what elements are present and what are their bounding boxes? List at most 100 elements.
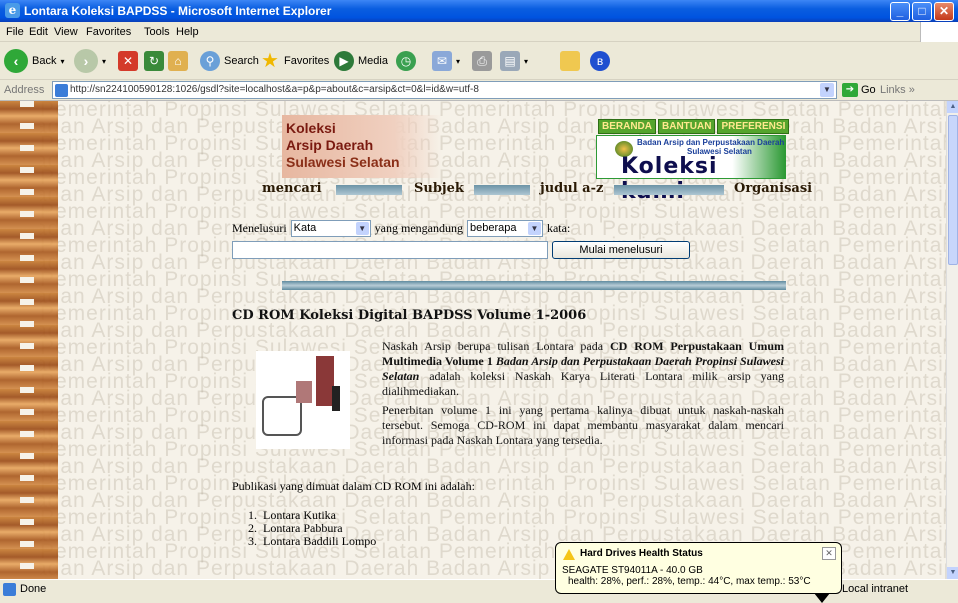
search-label-2: yang mengandung (374, 221, 463, 235)
nav-judul[interactable]: judul a-z (540, 181, 603, 196)
list-item-text: Lontara Baddili Lompo (263, 534, 377, 548)
go-arrow-icon: ➔ (842, 83, 858, 97)
mail-button[interactable]: ✉ ▾ (432, 48, 460, 74)
scroll-down-icon[interactable]: ▼ (947, 567, 958, 579)
preferensi-button[interactable]: PREFERENSI (717, 119, 790, 134)
intro-paragraph: Naskah Arsip berupa tulisan Lontara pada… (382, 339, 784, 399)
koleksi-kami-banner: Badan Arsip dan Perpustakaan Daerah Sula… (596, 135, 786, 204)
menu-edit[interactable]: Edit (29, 26, 48, 38)
ie-icon: e (5, 3, 20, 18)
folder-icon (560, 51, 580, 71)
mail-icon: ✉ (432, 51, 452, 71)
page-icon (55, 84, 68, 97)
media-icon: ▶ (334, 51, 354, 71)
logo-line-2: Arsip Daerah (286, 137, 374, 153)
nav-subjek[interactable]: Subjek (414, 181, 464, 196)
title-bar: e Lontara Koleksi BAPDSS - Microsoft Int… (0, 0, 958, 22)
bluetooth-button[interactable]: ʙ (590, 48, 610, 74)
nav-mencari[interactable]: mencari (262, 181, 322, 196)
notification-health: health: 28%, perf.: 28%, temp.: 44°C, ma… (568, 576, 811, 587)
home-button[interactable]: ⌂ (168, 48, 188, 74)
nav-organisasi[interactable]: Organisasi (734, 181, 812, 196)
status-text: Done (20, 583, 47, 595)
logo-line-1: Koleksi (286, 120, 336, 136)
nav-bar-2 (474, 185, 530, 195)
address-label: Address (4, 84, 45, 96)
go-button[interactable]: ➔ Go (842, 83, 876, 97)
favorites-button[interactable]: ★ Favorites (260, 48, 329, 74)
minimize-button[interactable]: _ (890, 2, 910, 21)
vertical-scrollbar[interactable]: ▲ ▼ (946, 101, 958, 579)
forward-button[interactable]: › ▾ (74, 48, 106, 74)
section-divider (282, 281, 786, 290)
browse-nav: mencari Subjek judul a-z Organisasi (258, 181, 812, 196)
search-query-input[interactable] (232, 241, 548, 259)
address-url: http://sn224100590128:1026/gsdl?site=loc… (70, 84, 479, 95)
intro-text-d: adalah koleksi Naskah Karya Literati Lon… (382, 369, 784, 398)
menu-tools[interactable]: Tools (144, 26, 170, 38)
back-button[interactable]: ‹ Back ▾ (4, 48, 64, 74)
toolbar: ‹ Back ▾ › ▾ ✕ ↻ ⌂ ⚲ Search ★ Favorites ▶ … (0, 42, 958, 80)
refresh-button[interactable]: ↻ (144, 48, 164, 74)
menu-help[interactable]: Help (176, 26, 199, 38)
logo-line-3: Sulawesi Selatan (286, 154, 400, 170)
media-button[interactable]: ▶ Media (334, 48, 388, 74)
menu-file[interactable]: File (6, 26, 24, 38)
close-icon[interactable]: ✕ (822, 547, 836, 560)
search-label-1: Menelusuri (232, 221, 287, 235)
publication-list: 1. Lontara Kutika 2. Lontara Pabbura 3. Lon… (248, 509, 376, 548)
links-button[interactable]: Links » (880, 84, 915, 96)
menu-favorites[interactable]: Favorites (86, 26, 131, 38)
publication-list-title: Publikasi yang dimuat dalam CD ROM ini a… (232, 479, 475, 493)
close-button[interactable]: ✕ (934, 2, 954, 21)
home-icon: ⌂ (168, 51, 188, 71)
nav-bar-1 (336, 185, 402, 195)
bantuan-button[interactable]: BANTUAN (658, 119, 716, 134)
search-mode-value: beberapa (469, 222, 517, 234)
notification-title: Hard Drives Health Status (580, 548, 703, 559)
links-label: Links (880, 84, 906, 96)
search-form: Menelusuri Kata ▼ yang mengandung bebera… (232, 220, 570, 237)
page-content: Pemerintah Propinsi Sulawesi Selatan Pem… (0, 101, 946, 579)
windows-logo-icon (920, 22, 958, 42)
search-field-value: Kata (293, 222, 317, 234)
maximize-button[interactable]: □ (912, 2, 932, 21)
favorites-label: Favorites (284, 55, 330, 67)
menu-view[interactable]: View (54, 26, 78, 38)
stop-button[interactable]: ✕ (118, 48, 138, 74)
edit-button[interactable]: ▤ ▾ (500, 48, 528, 74)
bluetooth-icon: ʙ (590, 51, 610, 71)
search-mode-select[interactable]: beberapa ▼ (466, 220, 543, 237)
edit-icon: ▤ (500, 51, 520, 71)
go-label: Go (861, 84, 876, 96)
scroll-up-icon[interactable]: ▲ (947, 101, 958, 113)
address-input[interactable]: http://sn224100590128:1026/gsdl?site=loc… (52, 81, 837, 99)
print-button[interactable]: ⎙ (472, 48, 492, 74)
list-item: 3. Lontara Baddili Lompo (248, 534, 377, 548)
back-arrow-icon: ‹ (4, 49, 28, 73)
scroll-thumb[interactable] (948, 115, 958, 265)
address-bar: Address http://sn224100590128:1026/gsdl?… (0, 80, 958, 101)
warning-icon (563, 549, 575, 560)
history-icon: ◷ (396, 51, 416, 71)
menu-bar: File Edit View Favorites Tools Help (0, 22, 958, 42)
chevron-down-icon: ▼ (355, 222, 369, 235)
collection-logo: Koleksi Arsip Daerah Sulawesi Selatan (282, 115, 442, 178)
page-status-icon (3, 583, 16, 596)
refresh-icon: ↻ (144, 51, 164, 71)
search-submit-button[interactable]: Mulai menelusuri (552, 241, 690, 259)
search-button[interactable]: ⚲ Search (200, 48, 259, 74)
beranda-button[interactable]: BERANDA (598, 119, 656, 134)
folder-button[interactable] (560, 48, 580, 74)
address-dropdown-icon[interactable]: ▼ (820, 83, 834, 97)
stop-icon: ✕ (118, 51, 138, 71)
window-title: Lontara Koleksi BAPDSS - Microsoft Inter… (24, 4, 332, 18)
forward-arrow-icon: › (74, 49, 98, 73)
print-icon: ⎙ (472, 51, 492, 71)
history-button[interactable]: ◷ (396, 48, 416, 74)
search-field-select[interactable]: Kata ▼ (290, 220, 371, 237)
nav-bar-3 (614, 185, 724, 195)
security-zone: Local intranet (842, 583, 909, 595)
star-icon: ★ (261, 50, 279, 72)
back-label: Back (32, 55, 57, 67)
